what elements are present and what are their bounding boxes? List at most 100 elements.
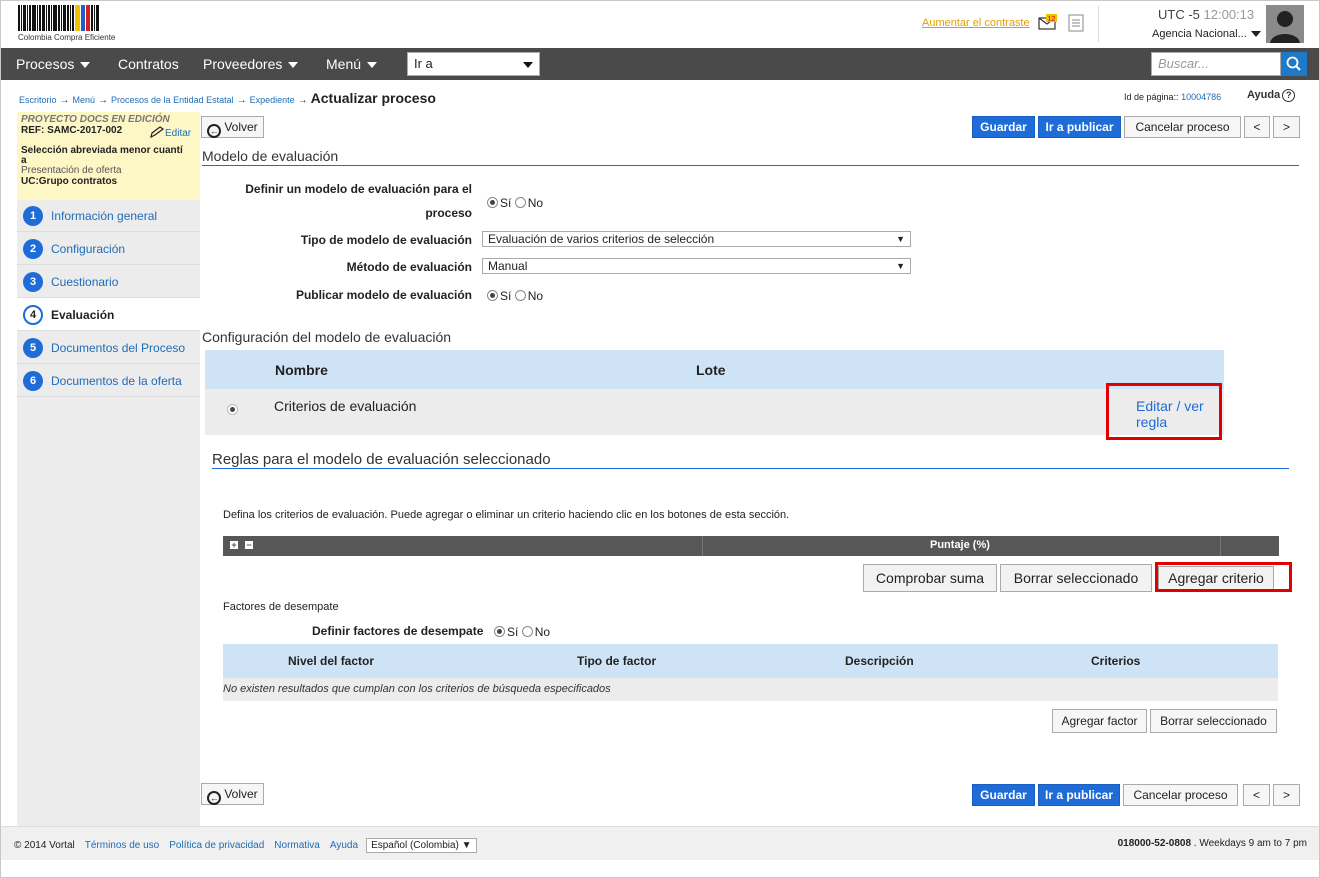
step-informacion-general[interactable]: 1 Información general (17, 199, 200, 232)
add-factor-button[interactable]: Agregar factor (1052, 709, 1147, 733)
row-select-radio[interactable] (227, 404, 238, 415)
delete-selected-criteria-button[interactable]: Borrar seleccionado (1000, 564, 1152, 592)
step-documentos-oferta[interactable]: 6 Documentos de la oferta (17, 364, 200, 397)
back-button-bottom[interactable]: ← Volver (201, 783, 264, 805)
nav-menu[interactable]: Menú (326, 56, 378, 72)
project-summary: PROYECTO DOCS EN EDICIÓN REF: SAMC-2017-… (17, 112, 200, 200)
radio-no[interactable] (521, 626, 533, 637)
logo-text: Colombia Compra Eficiente (18, 33, 116, 42)
publish-button-bottom[interactable]: Ir a publicar (1038, 784, 1120, 806)
config-section-title: Configuración del modelo de evaluación (202, 329, 452, 345)
step-documentos-proceso[interactable]: 5 Documentos del Proceso (17, 331, 200, 364)
publish-model-label: Publicar modelo de evaluación (295, 288, 472, 302)
help-link[interactable]: Ayuda? (1247, 89, 1296, 102)
prev-button[interactable]: < (1244, 116, 1270, 138)
nav-procesos[interactable]: Procesos (16, 56, 91, 72)
model-type-label: Tipo de modelo de evaluación (300, 233, 472, 247)
caret-down-icon (523, 62, 533, 68)
define-model-radio[interactable]: Sí No (487, 196, 543, 210)
radio-yes[interactable] (494, 626, 505, 637)
publish-button[interactable]: Ir a publicar (1038, 116, 1121, 138)
breadcrumb-expediente[interactable]: Expediente (250, 95, 295, 105)
top-header: Colombia Compra Eficiente (1, 1, 1319, 48)
arrow-right-icon: → (59, 95, 70, 106)
footer-privacy-link[interactable]: Política de privacidad (169, 840, 264, 851)
define-model-label: Definir un modelo de evaluación para el (245, 182, 472, 196)
increase-contrast-link[interactable]: Aumentar el contraste (922, 17, 1030, 29)
rules-section-title: Reglas para el modelo de evaluación sele… (212, 451, 551, 468)
model-section-title: Modelo de evaluación (202, 148, 339, 164)
highlight-box-add-criterion (1155, 562, 1292, 592)
cancel-process-button-bottom[interactable]: Cancelar proceso (1123, 784, 1238, 806)
step-cuestionario[interactable]: 3 Cuestionario (17, 265, 200, 298)
back-button[interactable]: ← Volver (201, 116, 264, 138)
phone-number: 018000-52-0808 (1117, 838, 1192, 849)
arrow-right-icon: → (236, 95, 247, 106)
define-model-label-cont: proceso (425, 206, 472, 220)
radio-yes[interactable] (487, 197, 498, 208)
next-button-bottom[interactable]: > (1273, 784, 1300, 806)
next-button[interactable]: > (1273, 116, 1300, 138)
save-button-bottom[interactable]: Guardar (972, 784, 1035, 806)
check-sum-button[interactable]: Comprobar suma (863, 564, 997, 592)
timezone-clock: UTC -5 12:00:13 (1158, 7, 1255, 22)
ties-empty-row: No existen resultados que cumplan con lo… (223, 678, 1278, 701)
language-select[interactable]: Español (Colombia) ▼ (366, 838, 477, 853)
caret-down-icon: ▼ (896, 234, 905, 244)
method-select[interactable]: Manual ▼ (482, 258, 911, 274)
search-input[interactable]: Buscar... (1151, 52, 1281, 76)
search-icon (1286, 56, 1301, 71)
project-type: Selección abreviada menor cuantí (21, 145, 183, 156)
footer-terms-link[interactable]: Términos de uso (85, 840, 159, 851)
highlight-box-edit-rule (1106, 383, 1222, 440)
user-avatar[interactable] (1266, 5, 1304, 43)
clock-time: 12:00:13 (1203, 7, 1255, 22)
caret-down-icon: ▼ (896, 261, 905, 271)
radio-yes[interactable] (487, 290, 498, 301)
cancel-process-button[interactable]: Cancelar proceso (1124, 116, 1241, 138)
save-button[interactable]: Guardar (972, 116, 1035, 138)
col-lote: Lote (696, 362, 726, 378)
breadcrumb-menu[interactable]: Menú (73, 95, 96, 105)
collapse-all-icon[interactable]: − (245, 541, 253, 550)
colombia-compra-logo[interactable]: Colombia Compra Eficiente (18, 5, 130, 45)
ties-title: Factores de desempate (223, 601, 339, 613)
nav-proveedores[interactable]: Proveedores (203, 56, 299, 72)
mail-icon[interactable]: 12 (1038, 14, 1058, 30)
config-table-header: Nombre Lote (205, 350, 1224, 389)
step-evaluacion[interactable]: 4 Evaluación (17, 298, 200, 331)
delete-selected-factor-button[interactable]: Borrar seleccionado (1150, 709, 1277, 733)
barcode-logo-icon (18, 5, 130, 31)
breadcrumb-escritorio[interactable]: Escritorio (19, 95, 57, 105)
prev-button-bottom[interactable]: < (1243, 784, 1270, 806)
expand-all-icon[interactable]: + (230, 541, 238, 550)
radio-no[interactable] (514, 197, 526, 208)
goto-select[interactable]: Ir a (407, 52, 540, 76)
edit-project-link[interactable]: Editar (149, 126, 191, 139)
notes-icon[interactable] (1068, 14, 1084, 32)
criteria-table-header: + − Puntaje (%) (223, 536, 1279, 556)
col-descripcion: Descripción (845, 654, 914, 668)
agency-selector[interactable]: Agencia Nacional... (1152, 28, 1261, 40)
define-ties-radio[interactable]: Sí No (494, 625, 550, 639)
radio-no[interactable] (514, 290, 526, 301)
row-name: Criterios de evaluación (274, 398, 417, 414)
caret-down-icon (80, 62, 91, 69)
footer-help-link[interactable]: Ayuda (330, 840, 358, 851)
empty-message: No existen resultados que cumplan con lo… (223, 683, 611, 695)
page-title: Actualizar proceso (310, 90, 436, 106)
footer-normativa-link[interactable]: Normativa (274, 840, 320, 851)
search-button[interactable] (1281, 52, 1307, 76)
model-type-select[interactable]: Evaluación de varios criterios de selecc… (482, 231, 911, 247)
publish-model-radio[interactable]: Sí No (487, 289, 543, 303)
project-status: PROYECTO DOCS EN EDICIÓN (21, 114, 170, 125)
col-nivel: Nivel del factor (288, 654, 375, 668)
col-criterios: Criterios (1091, 654, 1141, 668)
person-icon (1270, 11, 1300, 43)
nav-contratos[interactable]: Contratos (118, 56, 179, 72)
ties-table-header: Nivel del factor Tipo de factor Descripc… (223, 644, 1278, 678)
method-label: Método de evaluación (346, 260, 472, 274)
breadcrumb-procesos[interactable]: Procesos de la Entidad Estatal (111, 95, 234, 105)
step-configuracion[interactable]: 2 Configuración (17, 232, 200, 265)
col-puntaje: Puntaje (%) (930, 539, 990, 551)
